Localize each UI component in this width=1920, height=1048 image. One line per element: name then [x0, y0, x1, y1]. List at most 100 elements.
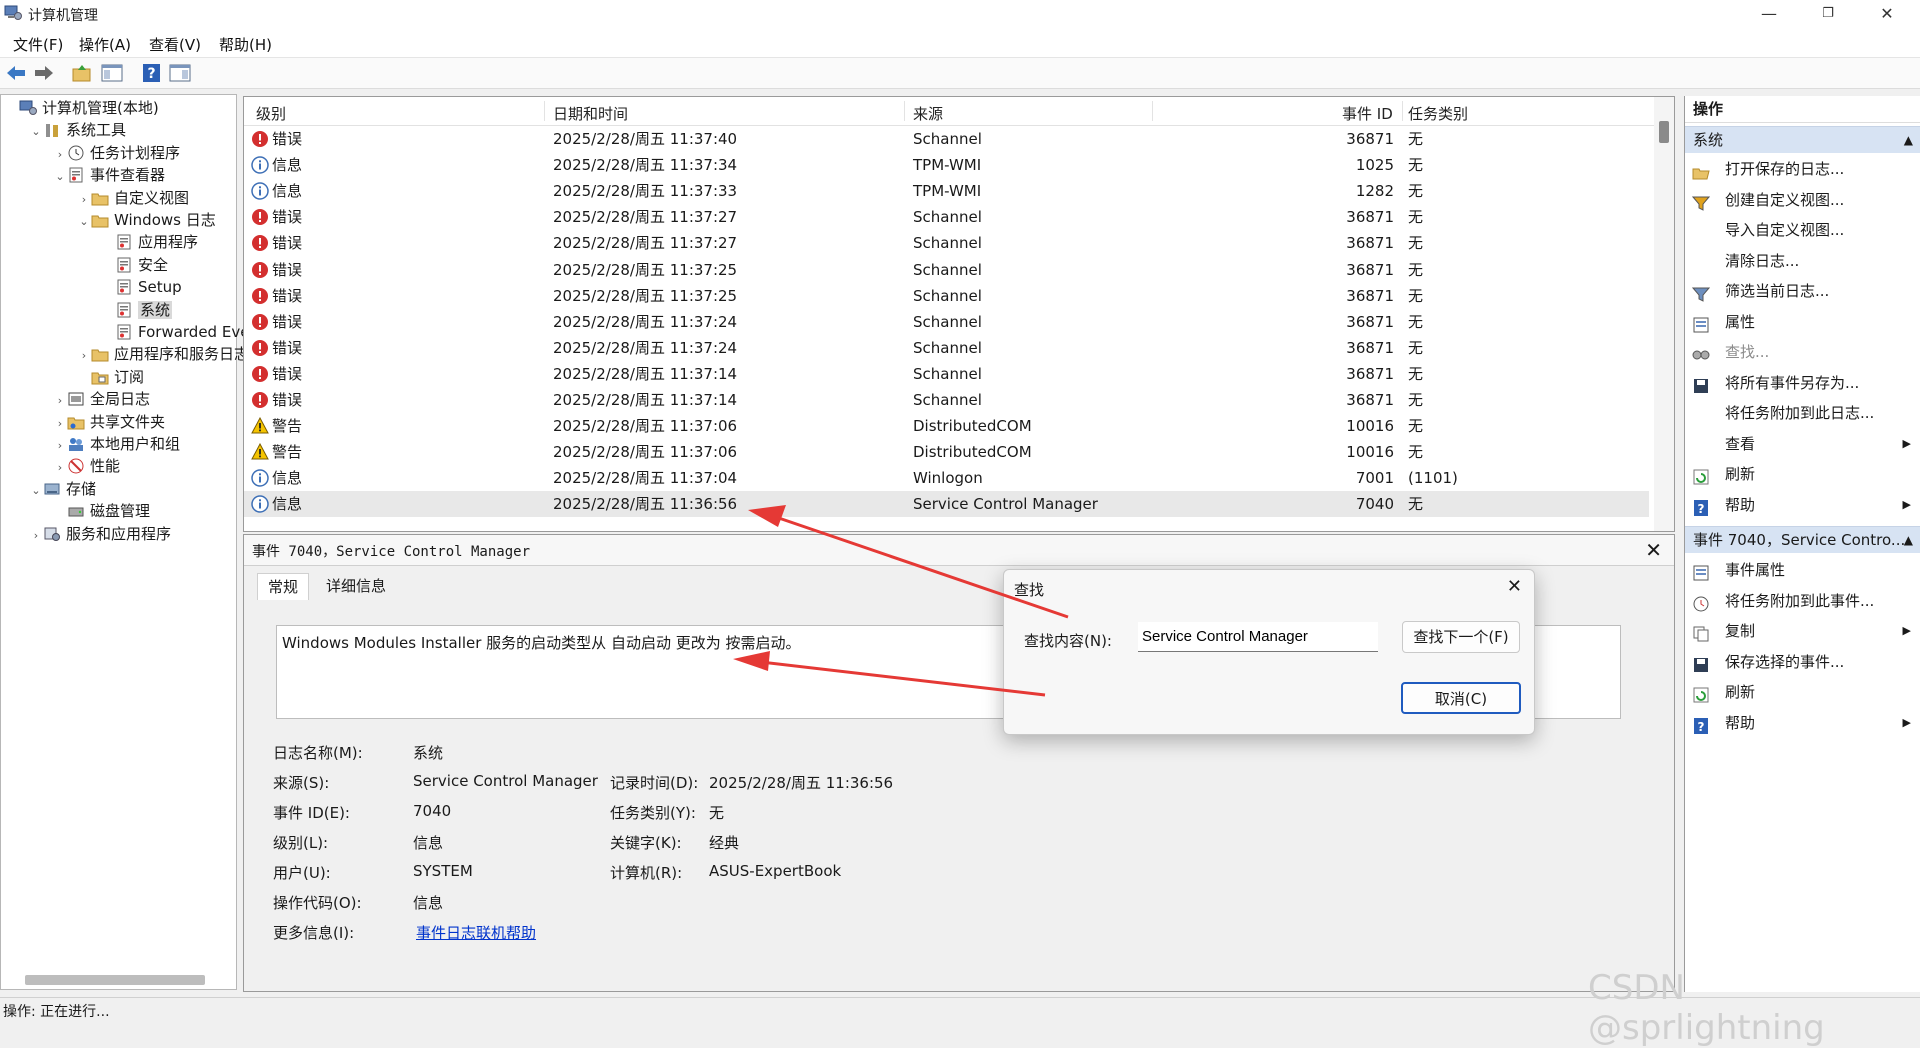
tree-item[interactable]: 订阅 — [77, 366, 144, 388]
expand-chevron-icon[interactable]: › — [53, 413, 67, 435]
expand-chevron-icon[interactable]: › — [29, 525, 43, 547]
forward-arrow-icon[interactable] — [32, 62, 56, 84]
tree-item[interactable]: 安全 — [101, 254, 168, 276]
collapse-chevron-icon[interactable]: ⌄ — [29, 121, 43, 143]
tree-item[interactable]: 磁盘管理 — [53, 500, 150, 522]
column-header-source[interactable]: 来源 — [913, 103, 943, 124]
collapse-chevron-icon[interactable]: ⌄ — [29, 480, 43, 502]
expand-chevron-icon[interactable]: › — [53, 390, 67, 412]
find-next-button[interactable]: 查找下一个(F) — [1402, 621, 1520, 653]
expand-chevron-icon[interactable]: › — [53, 457, 67, 479]
tree-item[interactable]: 计算机管理(本地) — [5, 97, 159, 119]
cancel-button[interactable]: 取消(C) — [1401, 682, 1521, 714]
action-item-label: 帮助 — [1725, 495, 1756, 514]
collapse-chevron-icon[interactable]: ⌄ — [53, 166, 67, 188]
action-item[interactable]: 创建自定义视图... — [1685, 186, 1920, 214]
table-row[interactable]: 信息 2025/2/28/周五 11:37:04 Winlogon 7001 (1101… — [244, 465, 1649, 491]
back-arrow-icon[interactable] — [4, 62, 28, 84]
action-item[interactable]: 刷新 — [1685, 460, 1920, 488]
table-row[interactable]: 警告 2025/2/28/周五 11:37:06 DistributedCOM 100… — [244, 439, 1649, 465]
table-row[interactable]: 错误 2025/2/28/周五 11:37:14 Schannel 36871 无 — [244, 387, 1649, 413]
show-hide-tree-icon[interactable] — [100, 62, 124, 84]
menu-help[interactable]: 帮助(H) — [219, 34, 272, 55]
close-button[interactable]: ✕ — [1864, 0, 1910, 28]
tree-item[interactable]: Forwarded Even — [101, 321, 259, 343]
find-what-input[interactable] — [1138, 622, 1378, 652]
help-icon[interactable]: ? — [140, 62, 164, 84]
tree-item[interactable]: ⌄ 存储 — [29, 478, 96, 500]
action-pane-icon[interactable] — [168, 62, 192, 84]
table-row[interactable]: 错误 2025/2/28/周五 11:37:24 Schannel 36871 无 — [244, 309, 1649, 335]
tab-details[interactable]: 详细信息 — [316, 573, 396, 599]
action-item[interactable]: 属性 — [1685, 308, 1920, 336]
collapse-up-icon[interactable]: ▲ — [1904, 127, 1913, 153]
tree-item[interactable]: › 自定义视图 — [77, 187, 189, 209]
action-item[interactable]: 将任务附加到此日志... — [1685, 399, 1920, 427]
list-scrollbar[interactable] — [1654, 97, 1674, 531]
action-item[interactable]: 将任务附加到此事件... — [1685, 587, 1920, 615]
table-row[interactable]: 信息 2025/2/28/周五 11:36:56 Service Control M… — [244, 491, 1649, 518]
table-row[interactable]: 错误 2025/2/28/周五 11:37:27 Schannel 36871 无 — [244, 204, 1649, 230]
up-folder-icon[interactable] — [70, 62, 94, 84]
list-scrollbar-thumb[interactable] — [1659, 121, 1669, 143]
action-item[interactable]: ? 帮助 ▶ — [1685, 709, 1920, 737]
column-header-datetime[interactable]: 日期和时间 — [553, 103, 628, 124]
actions-section-system[interactable]: 系统 ▲ — [1685, 126, 1920, 153]
online-help-link[interactable]: 事件日志联机帮助 — [416, 922, 536, 943]
find-dialog-close-button[interactable]: ✕ — [1507, 576, 1522, 597]
tree-item[interactable]: › 服务和应用程序 — [29, 523, 171, 545]
table-row[interactable]: 错误 2025/2/28/周五 11:37:24 Schannel 36871 无 — [244, 335, 1649, 361]
action-item[interactable]: 刷新 — [1685, 678, 1920, 706]
expand-chevron-icon[interactable]: › — [53, 144, 67, 166]
tree-item[interactable]: › 任务计划程序 — [53, 142, 180, 164]
expand-chevron-icon[interactable]: › — [77, 189, 91, 211]
column-header-event-id[interactable]: 事件 ID — [1342, 103, 1393, 124]
table-row[interactable]: 警告 2025/2/28/周五 11:37:06 DistributedCOM 100… — [244, 413, 1649, 439]
table-row[interactable]: 错误 2025/2/28/周五 11:37:40 Schannel 36871 无 — [244, 126, 1649, 152]
table-row[interactable]: 错误 2025/2/28/周五 11:37:25 Schannel 36871 无 — [244, 283, 1649, 309]
table-row[interactable]: 错误 2025/2/28/周五 11:37:27 Schannel 36871 无 — [244, 230, 1649, 256]
table-row[interactable]: 信息 2025/2/28/周五 11:37:34 TPM-WMI 1025 无 — [244, 152, 1649, 178]
action-item[interactable]: 清除日志... — [1685, 247, 1920, 275]
collapse-up-icon[interactable]: ▲ — [1904, 527, 1913, 553]
tree-item[interactable]: ⌄ Windows 日志 — [77, 209, 215, 233]
action-item[interactable]: 事件属性 — [1685, 556, 1920, 584]
table-row[interactable]: 信息 2025/2/28/周五 11:37:33 TPM-WMI 1282 无 — [244, 178, 1649, 204]
detail-close-button[interactable]: ✕ — [1645, 538, 1662, 562]
collapse-chevron-icon[interactable]: ⌄ — [77, 211, 91, 233]
cell-task-category: 无 — [1408, 391, 1424, 409]
menu-view[interactable]: 查看(V) — [149, 34, 201, 55]
tree-item[interactable]: › 应用程序和服务日志 — [77, 343, 249, 365]
table-row[interactable]: 错误 2025/2/28/周五 11:37:14 Schannel 36871 无 — [244, 361, 1649, 387]
table-row[interactable]: 错误 2025/2/28/周五 11:37:25 Schannel 36871 无 — [244, 257, 1649, 283]
expand-chevron-icon[interactable]: › — [53, 435, 67, 457]
action-item[interactable]: 打开保存的日志... — [1685, 155, 1920, 183]
tree-item[interactable]: › 共享文件夹 — [53, 411, 165, 433]
column-header-task-category[interactable]: 任务类别 — [1408, 103, 1468, 124]
tab-general[interactable]: 常规 — [257, 573, 310, 600]
tree-item[interactable]: › 性能 — [53, 455, 120, 477]
action-item[interactable]: 将所有事件另存为... — [1685, 369, 1920, 397]
tree-item[interactable]: 系统 — [101, 299, 173, 321]
maximize-button[interactable]: ❐ — [1805, 0, 1851, 28]
actions-section-event[interactable]: 事件 7040，Service Contro... ▲ — [1685, 526, 1920, 553]
tree-item[interactable]: › 本地用户和组 — [53, 433, 180, 455]
cell-event-id: 36871 — [1346, 130, 1394, 148]
tree-item[interactable]: ⌄ 系统工具 — [29, 119, 126, 141]
tree-item[interactable]: 应用程序 — [101, 231, 198, 253]
column-header-level[interactable]: 级别 — [256, 103, 286, 124]
expand-chevron-icon[interactable]: › — [77, 345, 91, 367]
menu-file[interactable]: 文件(F) — [13, 34, 63, 55]
menu-action[interactable]: 操作(A) — [79, 34, 131, 55]
tree-item[interactable]: › 全局日志 — [53, 388, 150, 410]
action-item[interactable]: ? 帮助 ▶ — [1685, 491, 1920, 519]
tree-item[interactable]: ⌄ 事件查看器 — [53, 164, 165, 186]
action-item[interactable]: 筛选当前日志... — [1685, 277, 1920, 305]
tree-horizontal-scrollbar[interactable] — [25, 975, 205, 985]
action-item[interactable]: 导入自定义视图... — [1685, 216, 1920, 244]
action-item[interactable]: 复制 ▶ — [1685, 617, 1920, 645]
tree-item[interactable]: Setup — [101, 276, 182, 298]
minimize-button[interactable]: — — [1746, 0, 1792, 28]
action-item[interactable]: 保存选择的事件... — [1685, 648, 1920, 676]
action-item[interactable]: 查看 ▶ — [1685, 430, 1920, 458]
